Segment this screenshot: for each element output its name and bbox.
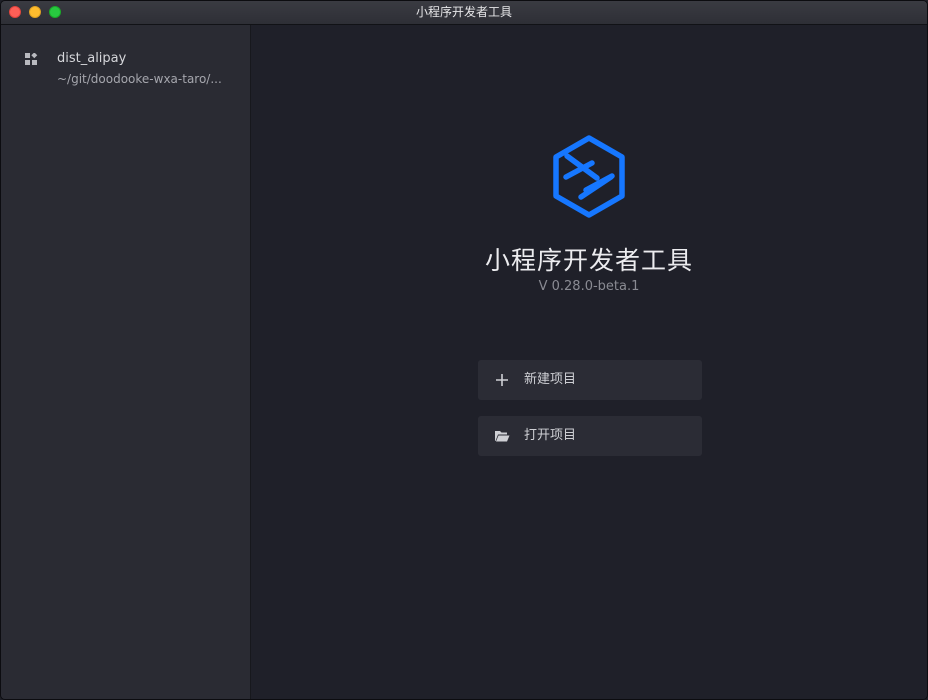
grid-icon	[25, 53, 38, 65]
welcome-panel: 小程序开发者工具 V 0.28.0-beta.1 新建项目 打开项目	[251, 25, 927, 699]
plus-icon	[496, 374, 508, 386]
new-project-button[interactable]: 新建项目	[478, 360, 702, 400]
open-project-label: 打开项目	[524, 428, 577, 443]
window-title: 小程序开发者工具	[415, 5, 512, 19]
app-name-heading: 小程序开发者工具	[484, 246, 693, 275]
folder-open-icon	[495, 431, 510, 442]
title-bar[interactable]: 小程序开发者工具	[1, 1, 927, 25]
app-logo-icon	[553, 135, 625, 218]
open-project-button[interactable]: 打开项目	[478, 416, 702, 456]
new-project-label: 新建项目	[524, 372, 577, 387]
project-path: ~/git/doodooke-wxa-taro/...	[57, 72, 222, 86]
recent-projects-sidebar: dist_alipay ~/git/doodooke-wxa-taro/...	[1, 25, 251, 699]
recent-project-item[interactable]: dist_alipay ~/git/doodooke-wxa-taro/...	[1, 45, 250, 97]
app-window: 小程序开发者工具 dist_alipay ~/git/doodooke-wxa-…	[0, 0, 928, 700]
version-text: V 0.28.0-beta.1	[538, 279, 640, 294]
project-name: dist_alipay	[57, 51, 127, 66]
